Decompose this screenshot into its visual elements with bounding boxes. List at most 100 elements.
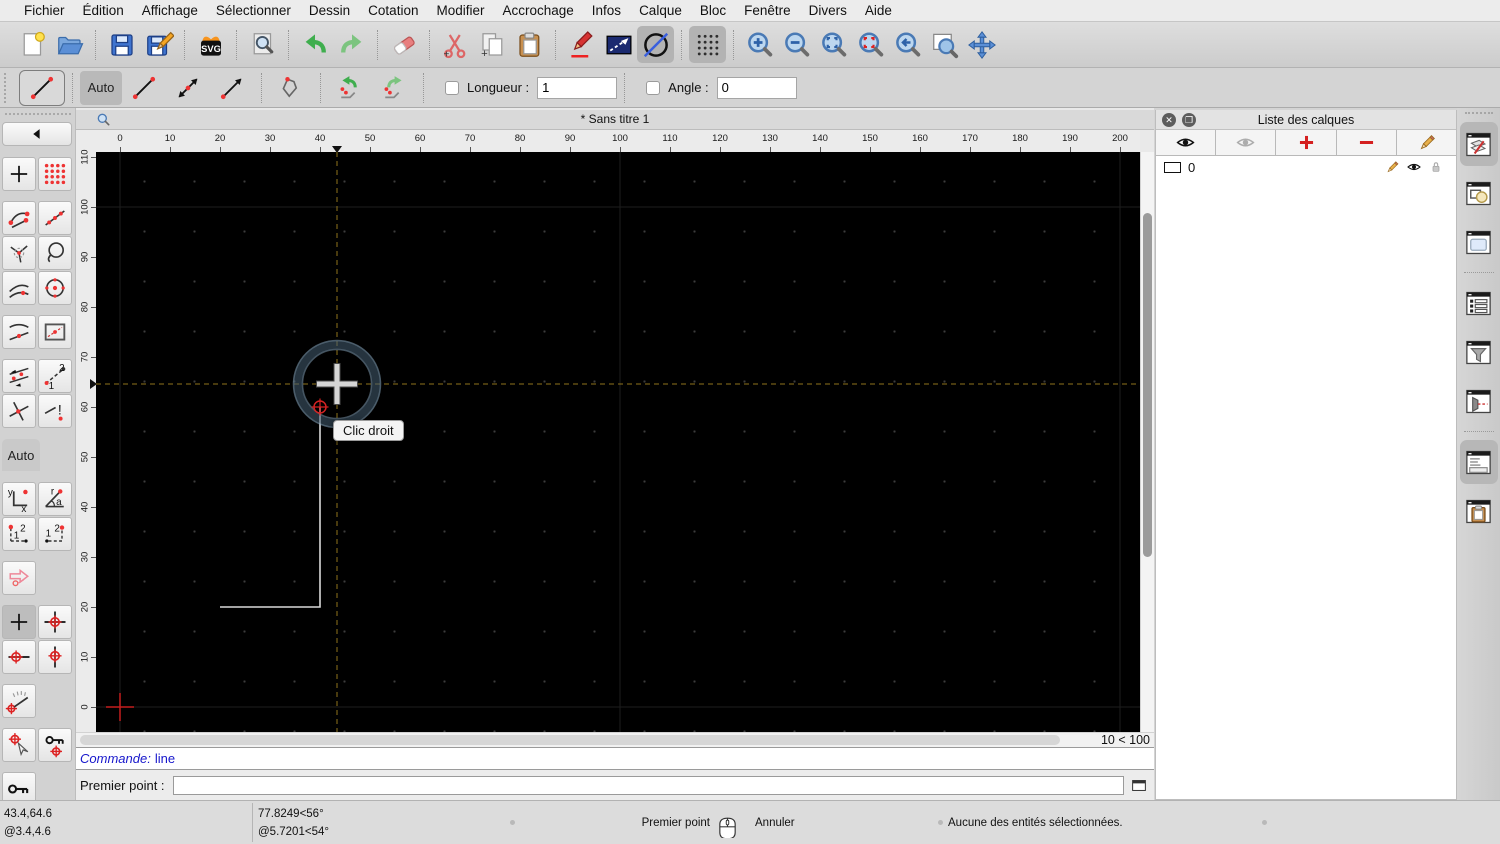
layer-row[interactable]: 0 bbox=[1156, 156, 1456, 178]
menu-dessin[interactable]: Dessin bbox=[300, 3, 359, 18]
snap-nothing-button[interactable]: ! bbox=[38, 394, 72, 428]
dock-clipboard-button[interactable] bbox=[1460, 489, 1498, 533]
snap-reference-button[interactable] bbox=[38, 315, 72, 349]
menu-modifier[interactable]: Modifier bbox=[427, 3, 493, 18]
horizontal-scrollbar[interactable]: 10 < 100 bbox=[76, 732, 1154, 747]
splitter-grip[interactable] bbox=[938, 820, 943, 825]
set-relative-zero-button[interactable] bbox=[2, 728, 36, 762]
dock-library-button[interactable] bbox=[1460, 220, 1498, 264]
lock-icon[interactable] bbox=[1428, 159, 1444, 175]
coord-polar-button[interactable]: ra bbox=[38, 482, 72, 516]
undo-button[interactable] bbox=[296, 26, 333, 63]
menu-fichier[interactable]: Fichier bbox=[15, 3, 74, 18]
polygon-tool-button[interactable] bbox=[269, 71, 313, 105]
snap-circle-button[interactable] bbox=[38, 236, 72, 270]
coord-cartesian-button[interactable]: yx bbox=[2, 482, 36, 516]
menu-cotation[interactable]: Cotation bbox=[359, 3, 427, 18]
menu-affichage[interactable]: Affichage bbox=[133, 3, 207, 18]
plus-red-button[interactable] bbox=[1276, 130, 1337, 155]
snap-intersection-button[interactable] bbox=[2, 394, 36, 428]
restrict-orthogonal-button[interactable] bbox=[38, 605, 72, 639]
save-as-button[interactable] bbox=[140, 26, 177, 63]
red-outline-tool-button[interactable] bbox=[2, 561, 36, 595]
zoom-pan-button[interactable] bbox=[963, 26, 1000, 63]
menu-edition[interactable]: Édition bbox=[74, 3, 133, 18]
length-input[interactable] bbox=[537, 76, 618, 99]
layer-color-swatch[interactable] bbox=[1164, 161, 1181, 173]
menu-selectionner[interactable]: Sélectionner bbox=[207, 3, 300, 18]
line-2p-button[interactable] bbox=[122, 71, 166, 105]
splitter-grip[interactable] bbox=[510, 820, 515, 825]
eye-open-icon[interactable] bbox=[1406, 159, 1422, 175]
menu-divers[interactable]: Divers bbox=[800, 3, 856, 18]
copy-button[interactable]: + bbox=[474, 26, 511, 63]
back-button[interactable] bbox=[2, 122, 72, 146]
snap-center-button[interactable] bbox=[38, 271, 72, 305]
snap-grid-button[interactable] bbox=[38, 157, 72, 191]
open-file-button[interactable] bbox=[51, 26, 88, 63]
command-input[interactable] bbox=[172, 775, 1124, 795]
restrict-nothing-button[interactable] bbox=[2, 605, 36, 639]
paste-button[interactable] bbox=[511, 26, 548, 63]
snap-middle-button[interactable] bbox=[2, 315, 36, 349]
snap-endpoint-button[interactable] bbox=[2, 201, 36, 235]
rel-point-21-button[interactable]: 12 bbox=[38, 517, 72, 551]
pencil-icon[interactable] bbox=[1384, 159, 1400, 175]
menu-infos[interactable]: Infos bbox=[583, 3, 630, 18]
auto-line-button[interactable]: Auto bbox=[80, 70, 122, 105]
palette-drag-handle[interactable] bbox=[4, 113, 71, 118]
dock-drag-handle[interactable] bbox=[1464, 112, 1493, 117]
snap-free-button[interactable] bbox=[2, 157, 36, 191]
dock-blocks-button[interactable] bbox=[1460, 171, 1498, 215]
length-checkbox[interactable] bbox=[445, 80, 459, 95]
new-file-button[interactable] bbox=[14, 26, 51, 63]
select-window-button[interactable] bbox=[600, 26, 637, 63]
snap-center-lines-button[interactable] bbox=[2, 236, 36, 270]
draw-pen-button[interactable] bbox=[563, 26, 600, 63]
horizontal-scrollbar-thumb[interactable] bbox=[80, 735, 1060, 745]
draw-circle-line-button[interactable] bbox=[637, 26, 674, 63]
dock-filter-button[interactable] bbox=[1460, 330, 1498, 374]
minus-red-button[interactable] bbox=[1336, 130, 1397, 155]
eye-gray-button[interactable] bbox=[1216, 130, 1277, 155]
dock-command-button[interactable] bbox=[1459, 440, 1498, 484]
redo-button[interactable] bbox=[333, 26, 370, 63]
restrict-vertical-button[interactable] bbox=[38, 640, 72, 674]
line-arrow-button[interactable] bbox=[210, 71, 254, 105]
snap-distance-button[interactable]: 12 bbox=[38, 359, 72, 393]
eye-open-button[interactable] bbox=[1156, 130, 1217, 155]
zoom-auto-button[interactable] bbox=[815, 26, 852, 63]
grid-toggle-button[interactable] bbox=[689, 26, 726, 63]
restrict-ortho-arrows-button[interactable] bbox=[2, 359, 36, 393]
save-button[interactable] bbox=[103, 26, 140, 63]
drawing-canvas[interactable]: Clic droit bbox=[96, 152, 1140, 732]
lock-relative-zero-button[interactable] bbox=[38, 728, 72, 762]
angle-input[interactable] bbox=[716, 76, 797, 99]
splitter-grip[interactable] bbox=[1262, 820, 1267, 825]
snap-on-entity-button[interactable] bbox=[38, 201, 72, 235]
svg-export-button[interactable]: SVG bbox=[192, 26, 229, 63]
menu-calque[interactable]: Calque bbox=[630, 3, 691, 18]
angle-checkbox[interactable] bbox=[646, 80, 661, 95]
zoom-in-button[interactable] bbox=[741, 26, 778, 63]
menu-accrochage[interactable]: Accrochage bbox=[493, 3, 582, 18]
cut-button[interactable]: + bbox=[437, 26, 474, 63]
menu-fenetre[interactable]: Fenêtre bbox=[735, 3, 800, 18]
angle-gauge-button[interactable] bbox=[2, 684, 36, 718]
vertical-scrollbar-thumb[interactable] bbox=[1143, 213, 1152, 557]
dock-layers-button[interactable] bbox=[1459, 122, 1498, 166]
print-preview-button[interactable] bbox=[244, 26, 281, 63]
current-tool-line-button[interactable] bbox=[19, 69, 65, 106]
vertical-scrollbar[interactable] bbox=[1140, 152, 1154, 732]
rel-point-12-button[interactable]: 12 bbox=[2, 517, 36, 551]
zoom-redraw-button[interactable] bbox=[852, 26, 889, 63]
line-angle-button[interactable] bbox=[166, 71, 210, 105]
menu-aide[interactable]: Aide bbox=[856, 3, 901, 18]
menu-bloc[interactable]: Bloc bbox=[691, 3, 735, 18]
snap-auto-button[interactable]: Auto bbox=[2, 439, 40, 471]
eraser-button[interactable] bbox=[385, 26, 422, 63]
zoom-out-button[interactable] bbox=[778, 26, 815, 63]
zoom-window-button[interactable] bbox=[926, 26, 963, 63]
pencil-button[interactable] bbox=[1396, 130, 1457, 155]
toolbar-drag-handle[interactable] bbox=[4, 72, 8, 103]
